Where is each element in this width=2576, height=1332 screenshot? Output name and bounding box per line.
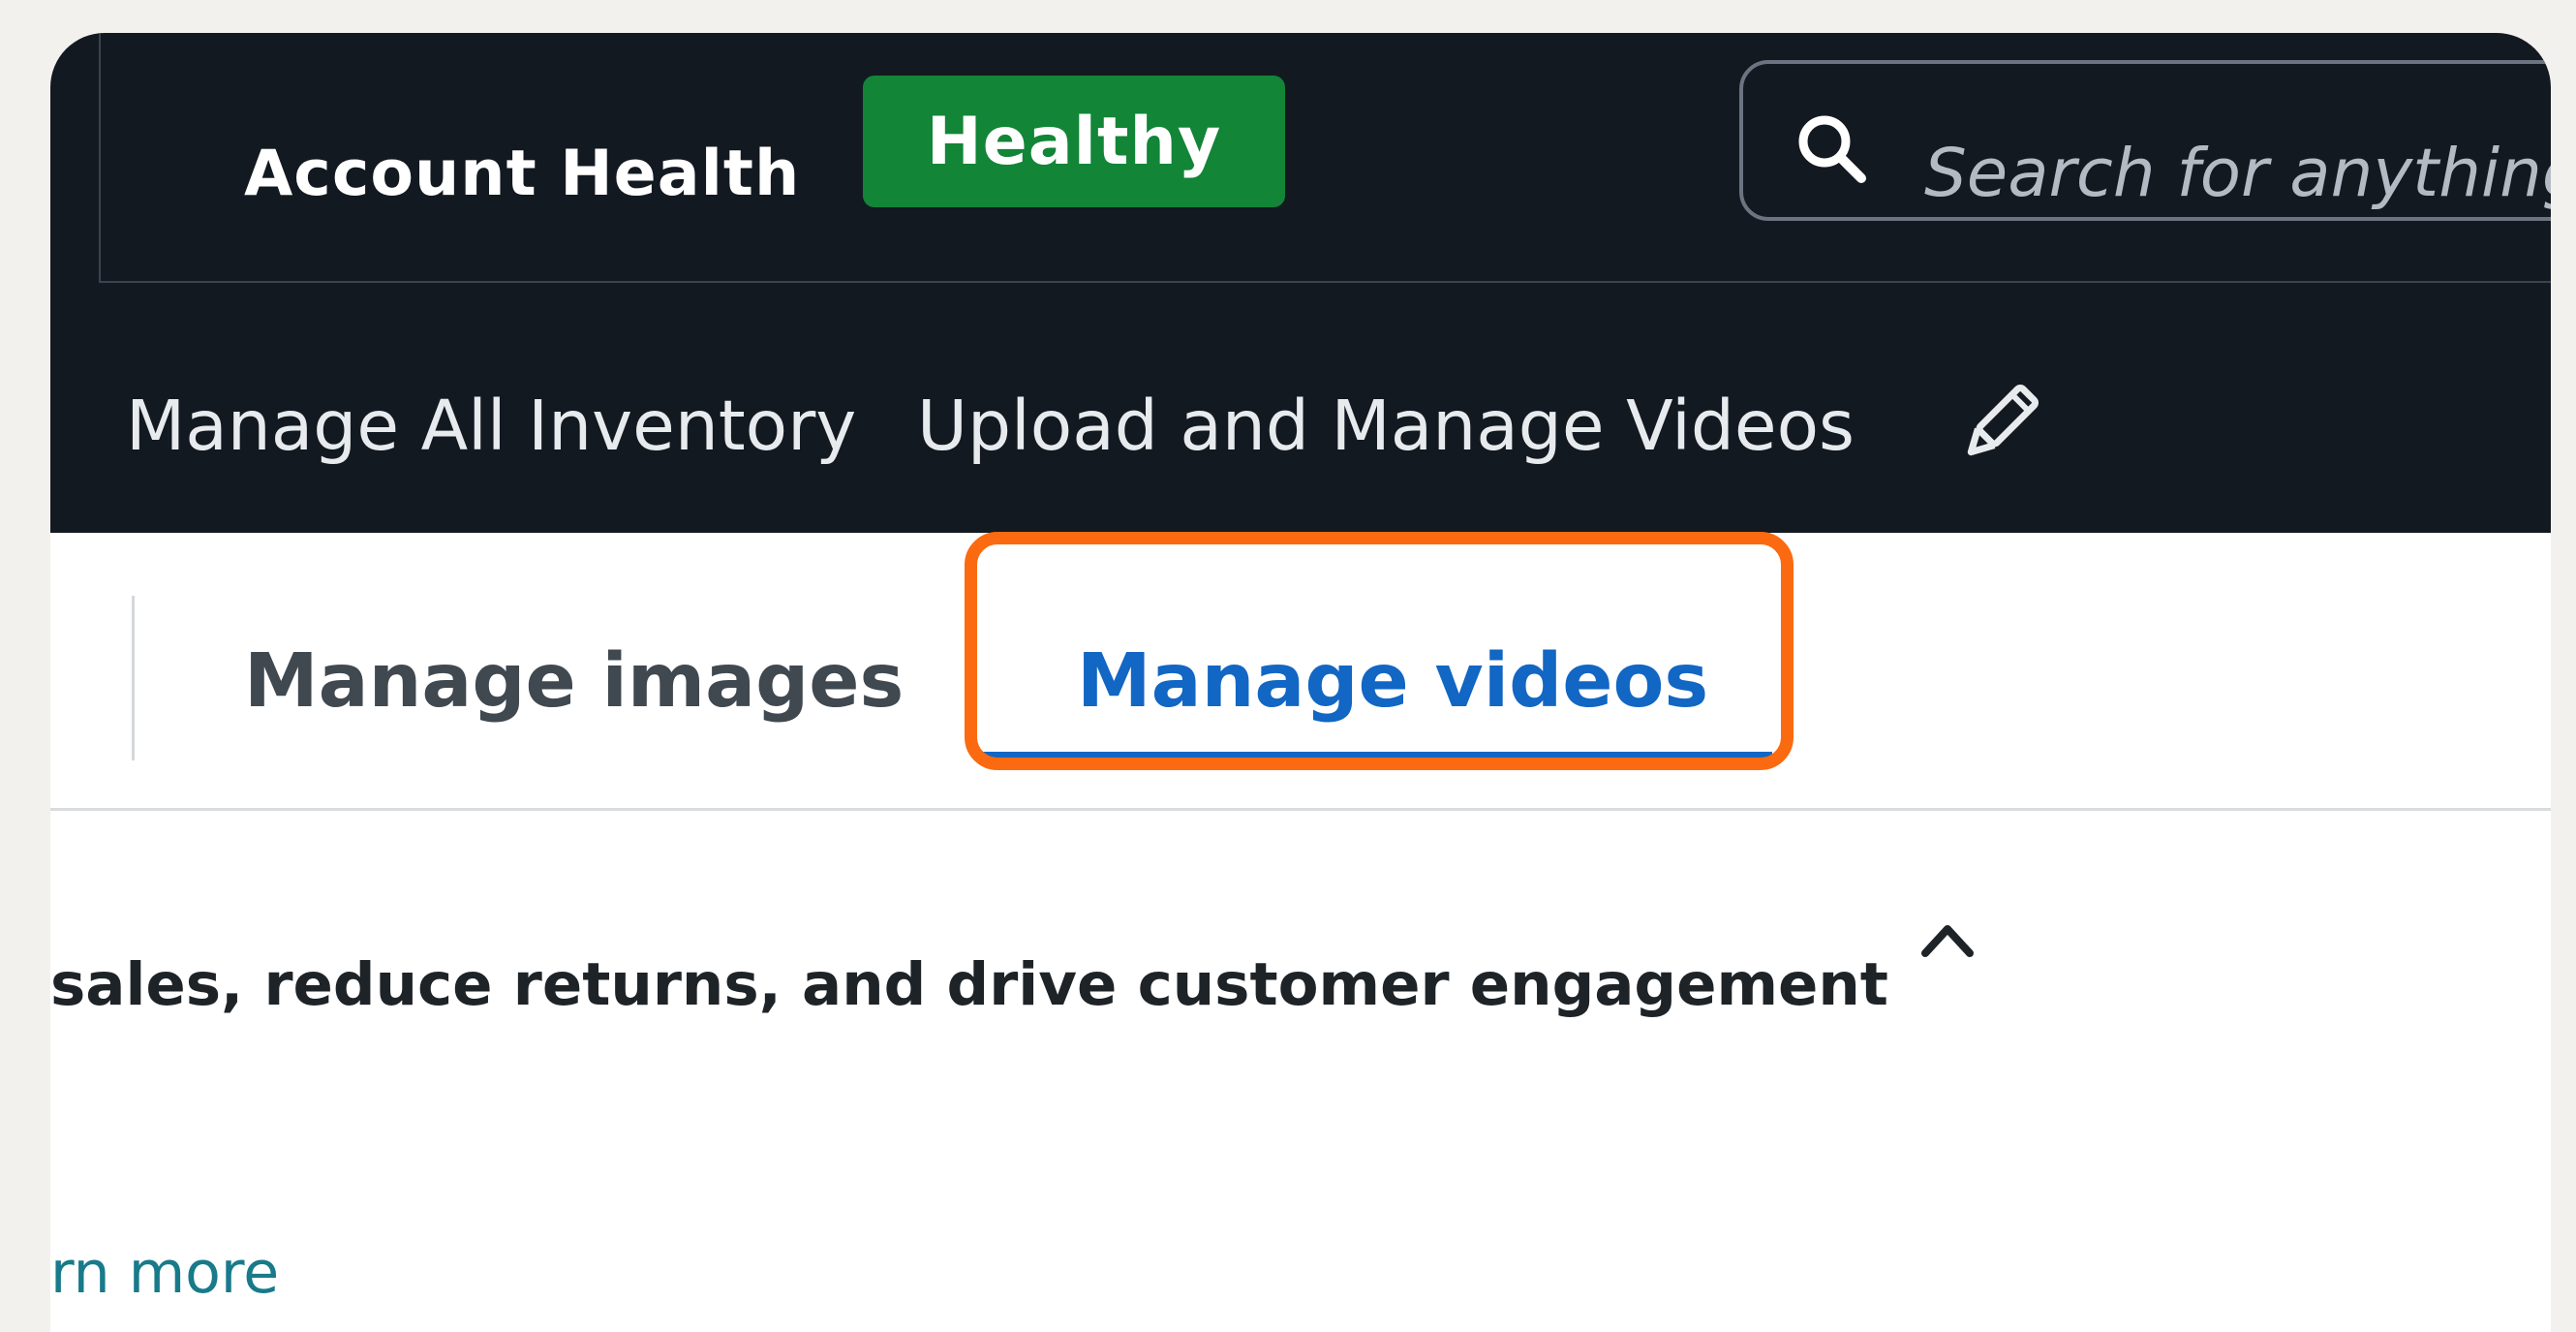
account-health-link[interactable]: Account Health: [244, 138, 800, 210]
app-window: Account Health Healthy Search for anythi…: [50, 33, 2551, 1332]
tabs-bar: Manage images Manage videos: [50, 532, 2551, 814]
pencil-icon[interactable]: [1951, 375, 2048, 472]
tab-manage-images[interactable]: Manage images: [244, 638, 904, 725]
learn-more-link[interactable]: rn more: [50, 1239, 279, 1307]
tab-separator: [132, 596, 135, 760]
tabs-divider: [50, 808, 2551, 811]
header-divider-vertical: [99, 33, 101, 283]
nav-bar: Manage All Inventory Upload and Manage V…: [50, 283, 2551, 533]
account-health-status-badge[interactable]: Healthy: [863, 76, 1285, 207]
chevron-up-icon[interactable]: [1914, 910, 1981, 968]
search-icon: [1798, 115, 1866, 183]
search-placeholder[interactable]: Search for anything: [1924, 135, 2551, 212]
nav-item-upload-and-manage-videos[interactable]: Upload and Manage Videos: [917, 386, 1855, 466]
info-banner-title: sales, reduce returns, and drive custome…: [50, 950, 1888, 1019]
highlight-box: [965, 532, 1794, 770]
top-header-bar: Account Health Healthy Search for anythi…: [50, 33, 2551, 283]
nav-item-manage-all-inventory[interactable]: Manage All Inventory: [126, 386, 856, 466]
